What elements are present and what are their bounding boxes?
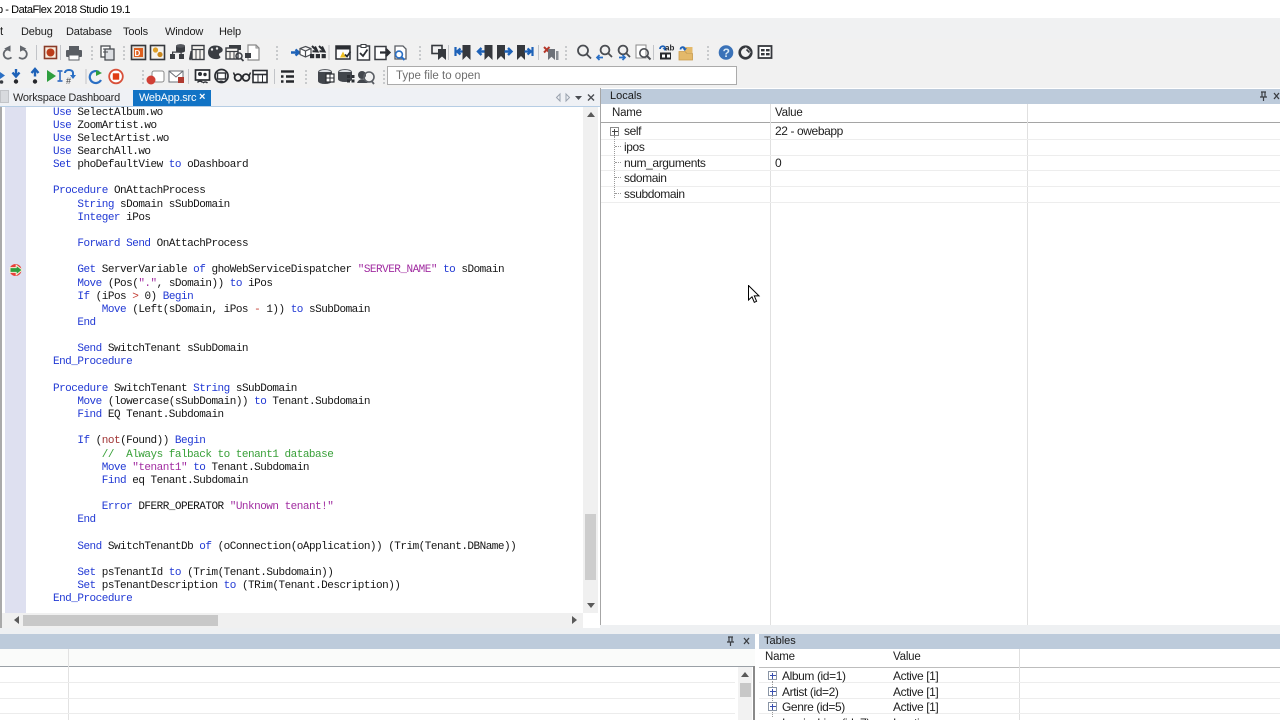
svg-text:D: D xyxy=(135,49,141,58)
svg-text:ab: ab xyxy=(665,44,674,53)
svg-text:#: # xyxy=(66,76,71,86)
svg-text:?: ? xyxy=(723,46,730,60)
